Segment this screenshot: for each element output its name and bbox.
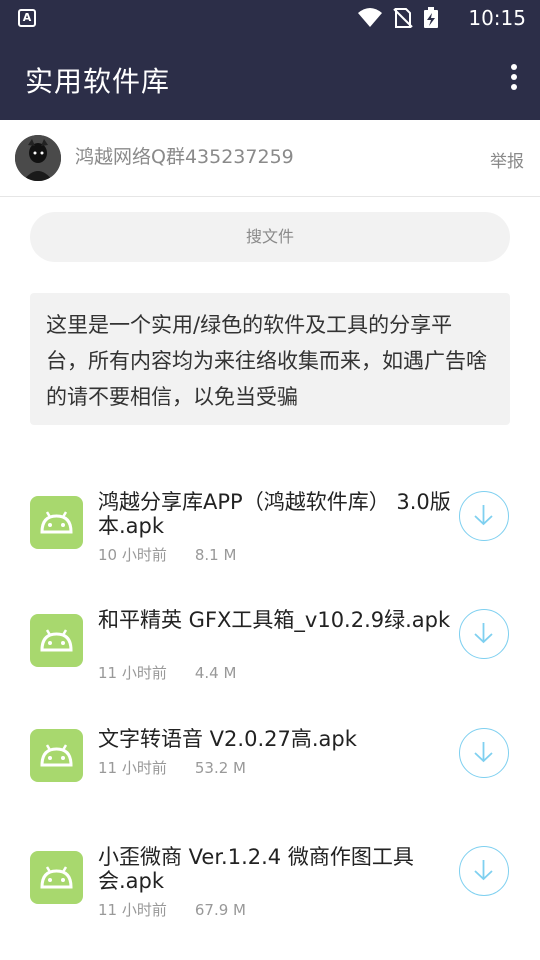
file-item[interactable]: 文字转语音 V2.0.27高.apk 11 小时前 53.2 M [0, 727, 540, 837]
file-size: 8.1 M [194, 546, 237, 564]
username[interactable]: 鸿越网络Q群435237259 [75, 142, 294, 169]
file-name: 和平精英 GFX工具箱_v10.2.9绿.apk [98, 608, 451, 632]
app-title: 实用软件库 [25, 65, 171, 98]
user-row: 鸿越网络Q群435237259 举报 [0, 120, 540, 197]
wifi-icon [358, 8, 382, 27]
search-input[interactable]: 搜文件 [30, 212, 510, 262]
file-item[interactable]: 鸿越分享库APP（鸿越软件库） 3.0版本.apk 10 小时前 8.1 M [0, 490, 540, 600]
file-name: 鸿越分享库APP（鸿越软件库） 3.0版本.apk [98, 490, 451, 538]
file-item[interactable]: 和平精英 GFX工具箱_v10.2.9绿.apk 11 小时前 4.4 M [0, 608, 540, 718]
file-time: 11 小时前 [98, 759, 167, 777]
file-time: 11 小时前 [98, 664, 167, 682]
file-name: 文字转语音 V2.0.27高.apk [98, 727, 357, 751]
report-button[interactable]: 举报 [490, 147, 524, 172]
file-size: 53.2 M [194, 759, 246, 777]
more-options-icon[interactable] [510, 64, 518, 92]
download-icon[interactable] [459, 728, 509, 778]
file-meta: 11 小时前 67.9 M [98, 899, 246, 920]
android-icon [30, 851, 83, 904]
file-meta: 11 小时前 4.4 M [98, 662, 236, 683]
app-bar: 实用软件库 [0, 36, 540, 120]
file-item[interactable]: 小歪微商 Ver.1.2.4 微商作图工具会.apk 11 小时前 67.9 M [0, 845, 540, 955]
android-icon [30, 496, 83, 549]
download-icon[interactable] [459, 491, 509, 541]
download-icon[interactable] [459, 846, 509, 896]
clock: 10:15 [468, 6, 526, 30]
notification-a-icon: A [18, 9, 36, 27]
status-icons [358, 7, 438, 28]
no-sim-icon [393, 8, 413, 28]
avatar[interactable] [15, 135, 61, 181]
file-time: 11 小时前 [98, 901, 167, 919]
file-size: 4.4 M [194, 664, 237, 682]
android-icon [30, 729, 83, 782]
avatar-image [15, 135, 61, 181]
file-meta: 10 小时前 8.1 M [98, 544, 236, 565]
file-name: 小歪微商 Ver.1.2.4 微商作图工具会.apk [98, 845, 414, 893]
android-icon [30, 614, 83, 667]
battery-charging-icon [424, 7, 438, 28]
notice-text: 这里是一个实用/绿色的软件及工具的分享平台，所有内容均为来往络收集而来，如遇广告… [30, 293, 510, 425]
file-meta: 11 小时前 53.2 M [98, 757, 246, 778]
download-icon[interactable] [459, 609, 509, 659]
file-time: 10 小时前 [98, 546, 167, 564]
status-bar: A 10:15 [0, 0, 540, 36]
file-size: 67.9 M [194, 901, 246, 919]
